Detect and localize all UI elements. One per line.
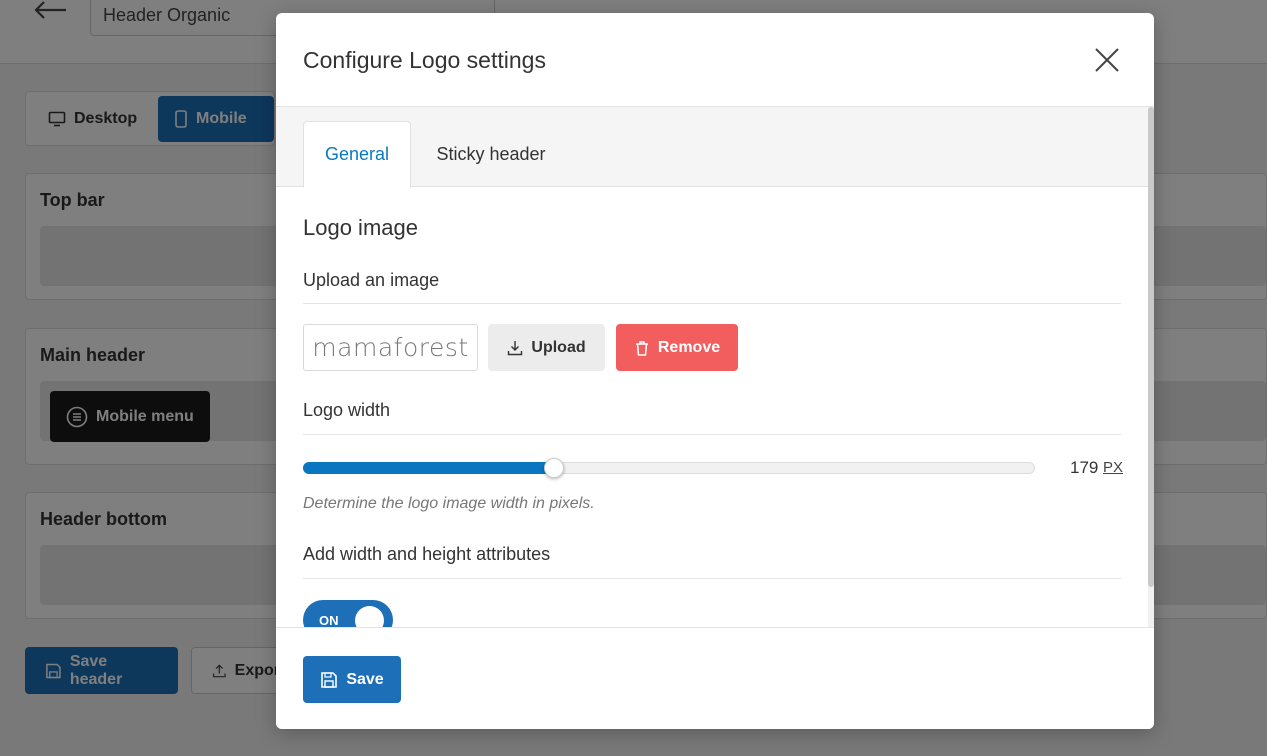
toggle-knob bbox=[355, 606, 384, 627]
modal-header: Configure Logo settings bbox=[276, 13, 1154, 107]
upload-image-label: Upload an image bbox=[303, 270, 440, 290]
tabs-bar: General Sticky header bbox=[276, 107, 1148, 188]
download-icon bbox=[508, 340, 523, 355]
logo-preview-text: mamaforest bbox=[312, 333, 469, 362]
tab-general[interactable]: General bbox=[303, 121, 411, 188]
logo-width-value: 179 bbox=[1070, 458, 1099, 477]
divider bbox=[303, 303, 1121, 304]
logo-settings-modal: Configure Logo settings General Sticky h… bbox=[276, 13, 1154, 729]
logo-preview: mamaforest bbox=[303, 324, 478, 371]
attributes-toggle[interactable]: ON bbox=[303, 600, 393, 627]
modal-title: Configure Logo settings bbox=[303, 47, 546, 73]
slider-fill bbox=[303, 462, 554, 474]
attributes-label: Add width and height attributes bbox=[303, 544, 551, 564]
floppy-disk-icon bbox=[321, 671, 338, 688]
modal-body: General Sticky header Logo image Upload … bbox=[276, 107, 1148, 627]
logo-width-help: Determine the logo image width in pixels… bbox=[303, 495, 595, 512]
trash-icon bbox=[635, 340, 648, 356]
divider bbox=[303, 434, 1121, 435]
divider bbox=[303, 578, 1121, 579]
save-button[interactable]: Save bbox=[303, 656, 401, 703]
scrollbar-thumb[interactable] bbox=[1148, 107, 1154, 587]
close-icon[interactable] bbox=[1093, 46, 1121, 74]
modal-footer: Save bbox=[276, 627, 1154, 729]
slider-thumb[interactable] bbox=[544, 458, 564, 478]
logo-width-label: Logo width bbox=[303, 400, 391, 420]
tab-sticky-header[interactable]: Sticky header bbox=[421, 121, 561, 187]
group-title: Logo image bbox=[303, 215, 418, 240]
upload-button[interactable]: Upload bbox=[488, 324, 605, 371]
toggle-state-label: ON bbox=[319, 613, 339, 627]
remove-button[interactable]: Remove bbox=[616, 324, 738, 371]
upload-button-label: Upload bbox=[531, 338, 586, 356]
unit-selector[interactable]: PX bbox=[1103, 459, 1123, 476]
remove-button-label: Remove bbox=[657, 338, 721, 356]
save-button-label: Save bbox=[346, 670, 384, 688]
